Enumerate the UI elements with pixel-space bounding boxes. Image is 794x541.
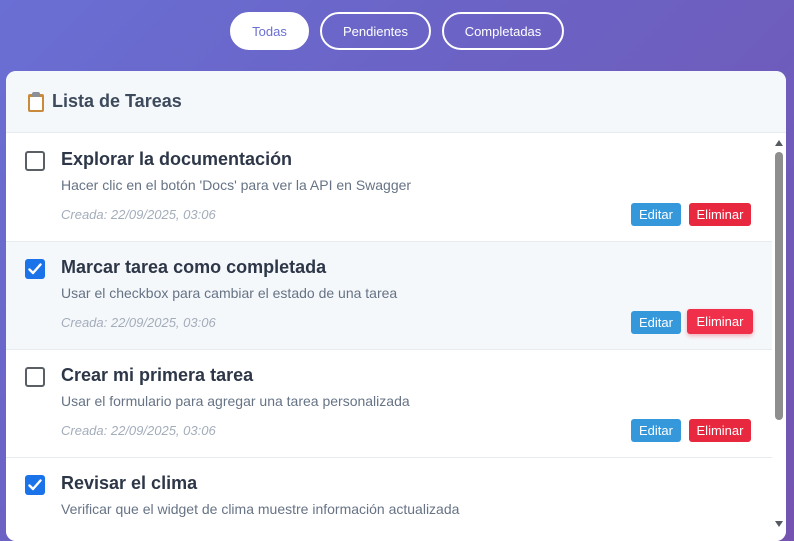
task-title: Crear mi primera tarea <box>61 365 254 385</box>
task-title: Marcar tarea como completada <box>61 257 327 277</box>
task-checkbox[interactable] <box>25 367 45 387</box>
scrollbar-thumb[interactable] <box>775 152 783 420</box>
task-description: Usar el formulario para agregar una tare… <box>61 393 410 409</box>
filter-bar: Todas Pendientes Completadas <box>0 12 794 50</box>
task-created-date: Creada: 22/09/2025, 03:06 <box>61 423 216 438</box>
edit-button[interactable]: Editar <box>631 419 681 442</box>
task-item: Crear mi primera tarea Usar el formulari… <box>6 350 772 458</box>
edit-button[interactable]: Editar <box>631 203 681 226</box>
task-title: Explorar la documentación <box>61 149 293 169</box>
task-title: Revisar el clima <box>61 473 198 493</box>
task-created-date: Creada: 22/09/2025, 03:06 <box>61 315 216 330</box>
task-checkbox[interactable] <box>25 151 45 171</box>
scrollbar[interactable] <box>772 134 786 541</box>
task-description: Usar el checkbox para cambiar el estado … <box>61 285 398 301</box>
task-checkbox[interactable] <box>25 475 45 495</box>
filter-pending-button[interactable]: Pendientes <box>320 12 431 50</box>
scroll-up-arrow-icon[interactable] <box>775 140 783 146</box>
scroll-down-arrow-icon[interactable] <box>775 521 783 527</box>
task-list-card: Lista de Tareas Explorar la documentació… <box>6 71 786 541</box>
checkmark-icon <box>28 263 42 275</box>
task-item: Explorar la documentación Hacer clic en … <box>6 134 772 242</box>
checkmark-icon <box>28 479 42 491</box>
card-title: Lista de Tareas <box>52 91 182 111</box>
delete-button[interactable]: Eliminar <box>689 203 751 226</box>
filter-completed-button[interactable]: Completadas <box>442 12 564 50</box>
task-description: Verificar que el widget de clima muestre… <box>61 501 460 517</box>
card-header: Lista de Tareas <box>6 71 786 133</box>
delete-button[interactable]: Eliminar <box>687 309 753 334</box>
task-created-date: Creada: 22/09/2025, 03:06 <box>61 207 216 222</box>
clipboard-icon <box>27 91 45 112</box>
task-list: Explorar la documentación Hacer clic en … <box>6 134 772 541</box>
delete-button[interactable]: Eliminar <box>689 419 751 442</box>
edit-button[interactable]: Editar <box>631 311 681 334</box>
task-checkbox[interactable] <box>25 259 45 279</box>
task-item: Revisar el clima Verificar que el widget… <box>6 458 772 541</box>
task-description: Hacer clic en el botón 'Docs' para ver l… <box>61 177 412 193</box>
filter-all-button[interactable]: Todas <box>230 12 309 50</box>
task-item: Marcar tarea como completada Usar el che… <box>6 242 772 350</box>
